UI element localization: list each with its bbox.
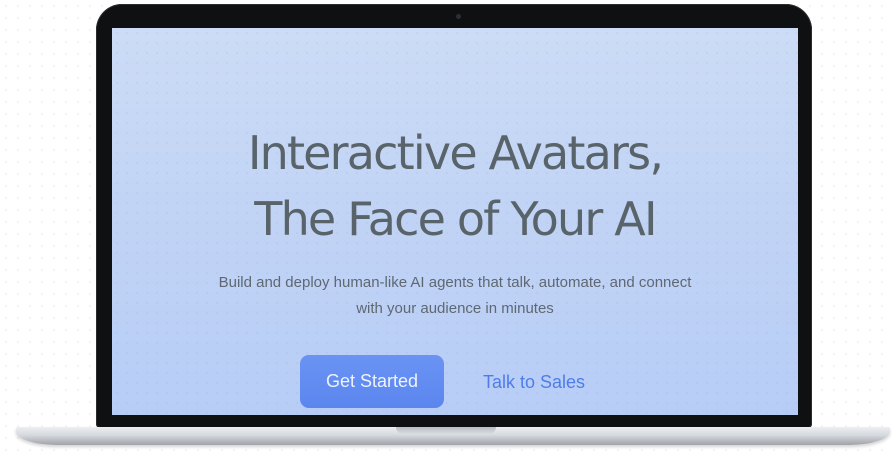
get-started-button[interactable]: Get Started xyxy=(300,355,444,408)
hero-title: Interactive Avatars, The Face of Your AI xyxy=(112,120,798,252)
camera-icon xyxy=(456,14,461,19)
laptop-mockup: Interactive Avatars, The Face of Your AI… xyxy=(0,0,892,452)
hero-title-line-2: The Face of Your AI xyxy=(254,192,657,246)
hero-subtitle: Build and deploy human-like AI agents th… xyxy=(172,270,738,322)
hero-subtitle-line-1: Build and deploy human-like AI agents th… xyxy=(218,274,692,291)
laptop-screen: Interactive Avatars, The Face of Your AI… xyxy=(112,28,798,415)
hero-subtitle-line-2: with your audience in minutes xyxy=(356,300,554,317)
hero-title-line-1: Interactive Avatars, xyxy=(247,126,664,180)
talk-to-sales-link[interactable]: Talk to Sales xyxy=(472,368,596,396)
laptop-base-notch xyxy=(396,427,496,434)
